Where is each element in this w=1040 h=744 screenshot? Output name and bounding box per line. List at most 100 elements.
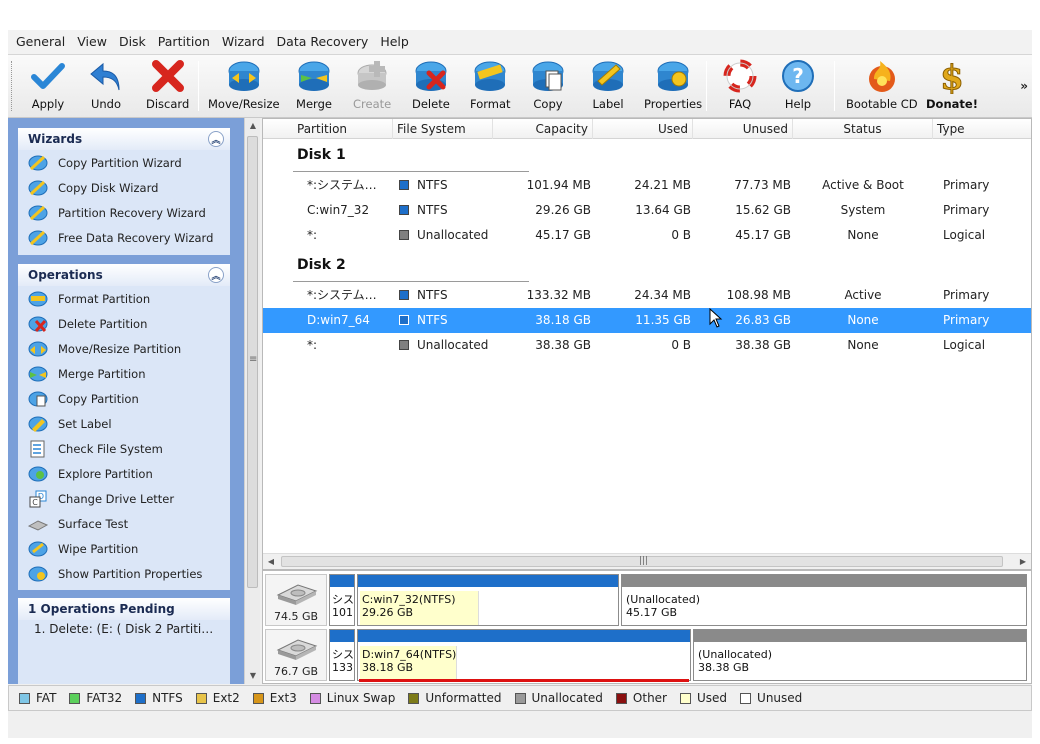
scroll-right-icon[interactable]: ▶ <box>1015 554 1031 569</box>
menu-help[interactable]: Help <box>374 30 415 54</box>
properties-button[interactable]: Properties <box>644 57 702 115</box>
copy-button[interactable]: Copy <box>530 57 566 115</box>
col-capacity[interactable]: Capacity <box>493 119 593 139</box>
col-file-system[interactable]: File System <box>393 119 493 139</box>
legend-item-fat32: FAT32 <box>69 691 122 705</box>
table-horizontal-scrollbar[interactable]: ◀ ||| ▶ <box>263 553 1031 569</box>
legend-item-fat: FAT <box>19 691 56 705</box>
col-status[interactable]: Status <box>793 119 933 139</box>
toolbar-grip[interactable] <box>11 61 14 111</box>
op-format-partition[interactable]: Format Partition <box>18 286 230 311</box>
menu-disk[interactable]: Disk <box>113 30 152 54</box>
move-resize-button[interactable]: Move/Resize <box>208 57 280 115</box>
op-wipe-partition[interactable]: Wipe Partition <box>18 536 230 561</box>
scroll-down-icon[interactable]: ▼ <box>245 668 261 684</box>
donate-button[interactable]: $ Donate! <box>926 57 978 115</box>
collapse-operations-icon[interactable]: ︽ <box>208 267 224 283</box>
ntfs-swatch <box>399 315 409 325</box>
menu-wizard[interactable]: Wizard <box>216 30 271 54</box>
table-row[interactable]: *:システム… NTFS 101.94 MB 24.21 MB 77.73 MB… <box>263 173 1031 198</box>
toolbar-overflow-chevron[interactable]: » <box>1020 79 1028 93</box>
col-used[interactable]: Used <box>593 119 693 139</box>
legend-item-other: Other <box>615 691 667 705</box>
disk-1-block[interactable]: 74.5 GB <box>265 574 327 626</box>
help-button[interactable]: ? Help <box>780 57 816 115</box>
legend-item-ext3: Ext3 <box>252 691 297 705</box>
table-row[interactable]: *: Unallocated 38.38 GB 0 B 38.38 GB Non… <box>263 333 1031 358</box>
menu-view[interactable]: View <box>71 30 113 54</box>
table-row[interactable]: *: Unallocated 45.17 GB 0 B 45.17 GB Non… <box>263 223 1031 248</box>
op-set-label[interactable]: Set Label <box>18 411 230 436</box>
disk-1-c-partition[interactable]: C:win7_32(NTFS) 29.26 GB <box>357 574 619 626</box>
toolbar-separator <box>198 61 199 111</box>
wand-icon <box>28 229 48 247</box>
pending-header[interactable]: 1 Operations Pending <box>18 598 230 620</box>
svg-text:?: ? <box>792 64 804 88</box>
legend-swatch <box>680 692 691 704</box>
legend-swatch <box>309 692 321 704</box>
op-explore-partition[interactable]: Explore Partition <box>18 461 230 486</box>
discard-button[interactable]: Discard <box>146 57 189 115</box>
format-button[interactable]: Format <box>470 57 511 115</box>
col-type[interactable]: Type <box>933 119 1031 139</box>
delete-icon <box>413 57 449 95</box>
delete-button[interactable]: Delete <box>412 57 450 115</box>
table-row[interactable]: C:win7_32 NTFS 29.26 GB 13.64 GB 15.62 G… <box>263 198 1031 223</box>
disk-2-system-partition[interactable]: シス 133 <box>329 629 355 681</box>
mouse-cursor-icon <box>709 308 723 328</box>
merge-button[interactable]: Merge <box>296 57 332 115</box>
op-surface-test[interactable]: Surface Test <box>18 511 230 536</box>
operations-header[interactable]: Operations ︽ <box>18 264 230 286</box>
wizards-header[interactable]: Wizards ︽ <box>18 128 230 150</box>
menu-general[interactable]: General <box>10 30 71 54</box>
left-panel-scrollbar[interactable]: ▲ ≡ ▼ <box>244 118 260 684</box>
explore-icon <box>28 465 48 483</box>
scroll-up-icon[interactable]: ▲ <box>245 118 261 134</box>
legend-swatch <box>740 692 752 704</box>
disk-1-unallocated[interactable]: (Unallocated) 45.17 GB <box>621 574 1027 626</box>
op-delete-partition[interactable]: Delete Partition <box>18 311 230 336</box>
disk-1-title[interactable]: Disk 1 <box>297 147 346 163</box>
wizard-copy-disk[interactable]: Copy Disk Wizard <box>18 175 230 200</box>
table-row[interactable]: *:システム… NTFS 133.32 MB 24.34 MB 108.98 M… <box>263 283 1031 308</box>
col-partition[interactable]: Partition <box>293 119 393 139</box>
op-show-partition-properties[interactable]: Show Partition Properties <box>18 561 230 586</box>
format-icon <box>472 57 508 95</box>
wizard-partition-recovery[interactable]: Partition Recovery Wizard <box>18 200 230 225</box>
table-row-selected[interactable]: D:win7_64 NTFS 38.18 GB 11.35 GB 26.83 G… <box>263 308 1031 333</box>
move-resize-icon <box>226 57 262 95</box>
scroll-left-icon[interactable]: ◀ <box>263 554 279 569</box>
faq-label: FAQ <box>728 97 752 111</box>
disk-1-system-partition[interactable]: シス 101 <box>329 574 355 626</box>
wizard-copy-partition[interactable]: Copy Partition Wizard <box>18 150 230 175</box>
undo-arrow-icon <box>88 57 124 95</box>
faq-button[interactable]: FAQ <box>722 57 758 115</box>
collapse-wizards-icon[interactable]: ︽ <box>208 131 224 147</box>
menu-data-recovery[interactable]: Data Recovery <box>271 30 375 54</box>
format-icon <box>28 290 48 308</box>
legend-swatch <box>408 692 420 704</box>
undo-button[interactable]: Undo <box>88 57 124 115</box>
op-copy-partition[interactable]: Copy Partition <box>18 386 230 411</box>
op-change-drive-letter[interactable]: D C Change Drive Letter <box>18 486 230 511</box>
apply-button[interactable]: Apply <box>30 57 66 115</box>
pending-operation-item[interactable]: 1. Delete: (E: ( Disk 2 Partiti… <box>18 620 230 636</box>
legend-bar: FAT FAT32 NTFS Ext2 Ext3 Linux Swap Unformatte… <box>8 685 1032 711</box>
menu-partition[interactable]: Partition <box>152 30 216 54</box>
wizards-section: Wizards ︽ Copy Partition Wizard Copy Dis… <box>18 128 230 255</box>
disk-2-unallocated[interactable]: (Unallocated) 38.38 GB <box>693 629 1027 681</box>
disk-2-d-partition[interactable]: D:win7_64(NTFS) 38.18 GB <box>357 629 691 681</box>
surface-test-icon <box>28 515 48 533</box>
disk-2-title[interactable]: Disk 2 <box>297 257 346 273</box>
wizard-free-data-recovery[interactable]: Free Data Recovery Wizard <box>18 225 230 250</box>
bootable-cd-button[interactable]: Bootable CD <box>846 57 918 115</box>
op-merge-partition[interactable]: Merge Partition <box>18 361 230 386</box>
create-button[interactable]: Create <box>353 57 391 115</box>
create-plus-icon <box>354 57 390 95</box>
delete-icon <box>28 315 48 333</box>
col-unused[interactable]: Unused <box>693 119 793 139</box>
op-move-resize-partition[interactable]: Move/Resize Partition <box>18 336 230 361</box>
label-button[interactable]: Label <box>590 57 626 115</box>
disk-2-block[interactable]: 76.7 GB <box>265 629 327 681</box>
op-check-file-system[interactable]: Check File System <box>18 436 230 461</box>
